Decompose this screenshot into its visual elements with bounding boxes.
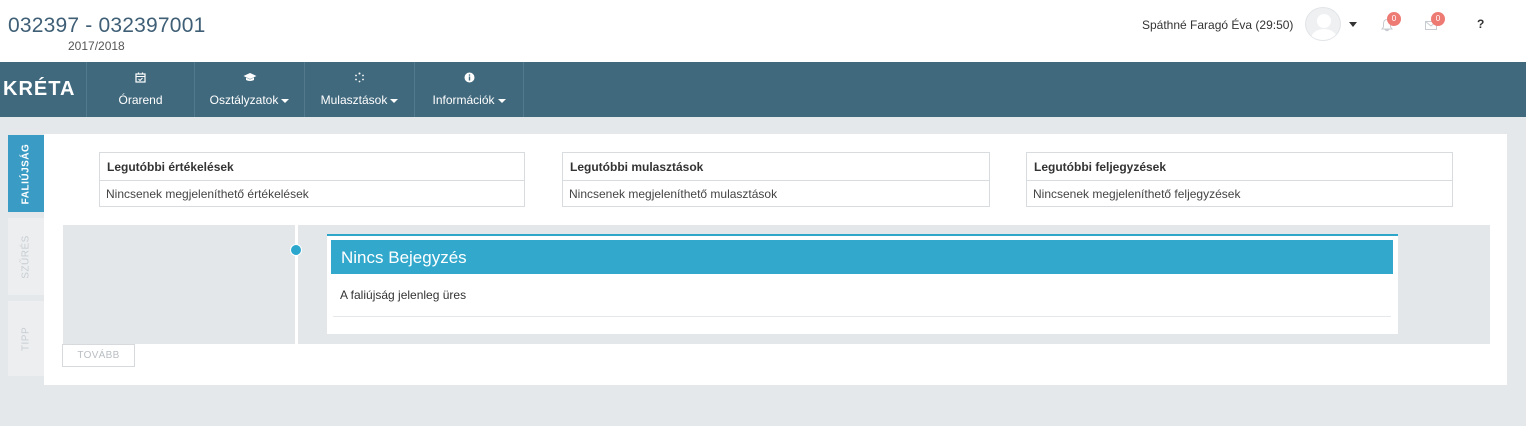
nav-item-orarend[interactable]: Órarend [86,62,194,117]
entry-text: A faliújság jelenleg üres [340,288,467,302]
nav-item-osztalyzatok[interactable]: Osztályzatok [194,62,304,117]
avatar-head-shape [1317,14,1331,28]
recent-notes-box: Legutóbbi feljegyzések Nincsenek megjele… [1026,152,1453,207]
help-button[interactable]: ? [1477,17,1484,31]
nav-label: Mulasztások [320,93,388,107]
info-icon [415,72,523,86]
nav-label: Órarend [118,93,163,107]
recent-absences-box: Legutóbbi mulasztások Nincsenek megjelen… [562,152,990,207]
entry-title: Nincs Bejegyzés [331,240,1393,274]
main-panel: Legutóbbi értékelések Nincsenek megjelen… [44,134,1507,385]
logo-text: KRÉTA [3,78,76,100]
chevron-down-icon[interactable] [1349,22,1357,27]
nav-label: Információk [432,93,495,107]
box-text: Nincsenek megjeleníthető feljegyzések [1033,187,1241,201]
kreta-logo[interactable]: KRÉTA [0,62,86,117]
top-header: 032397 - 032397001 2017/2018 Spáthné Far… [0,0,1526,62]
spinner-icon [305,72,414,86]
more-button[interactable]: TOVÁBB [62,344,135,367]
caret-down-icon [497,98,506,103]
recent-grades-box: Legutóbbi értékelések Nincsenek megjelen… [99,152,525,207]
box-title: Legutóbbi mulasztások [563,153,989,181]
box-text: Nincsenek megjeleníthető mulasztások [569,187,778,201]
calendar-icon [87,72,194,86]
timeline-entry: Nincs Bejegyzés A faliújság jelenleg üre… [327,234,1398,334]
tab-szures[interactable]: SZŰRÉS [8,218,44,295]
caret-down-icon [390,98,399,103]
tab-tipp[interactable]: TIPP [8,301,44,376]
box-title: Legutóbbi értékelések [100,153,524,181]
nav-item-informaciok[interactable]: Információk [414,62,524,117]
tab-faliujsag[interactable]: FALIÚJSÁG [8,135,44,212]
box-title: Legutóbbi feljegyzések [1027,153,1452,181]
timeline-left-area [63,225,295,344]
page-title: 032397 - 032397001 [8,14,206,37]
tab-label: FALIÚJSÁG [20,143,32,204]
avatar-body-shape [1311,29,1337,40]
main-navbar: KRÉTA Órarend Osztályzatok Mulasztások I… [0,62,1526,117]
timeline-dot [290,244,302,256]
graduation-cap-icon [195,72,304,86]
tab-label: TIPP [20,326,32,351]
timeline-line [295,225,298,344]
caret-down-icon [281,98,290,103]
school-year: 2017/2018 [68,39,125,53]
tab-label: SZŰRÉS [20,234,32,279]
nav-label: Osztályzatok [209,93,279,107]
nav-item-mulasztasok[interactable]: Mulasztások [304,62,414,117]
user-name[interactable]: Spáthné Faragó Éva (29:50) [1142,18,1293,32]
notification-badge: 0 [1387,12,1401,26]
user-avatar[interactable] [1305,7,1341,41]
box-text: Nincsenek megjeleníthető értékelések [106,187,309,201]
message-badge: 0 [1431,12,1445,26]
entry-divider [333,316,1391,317]
